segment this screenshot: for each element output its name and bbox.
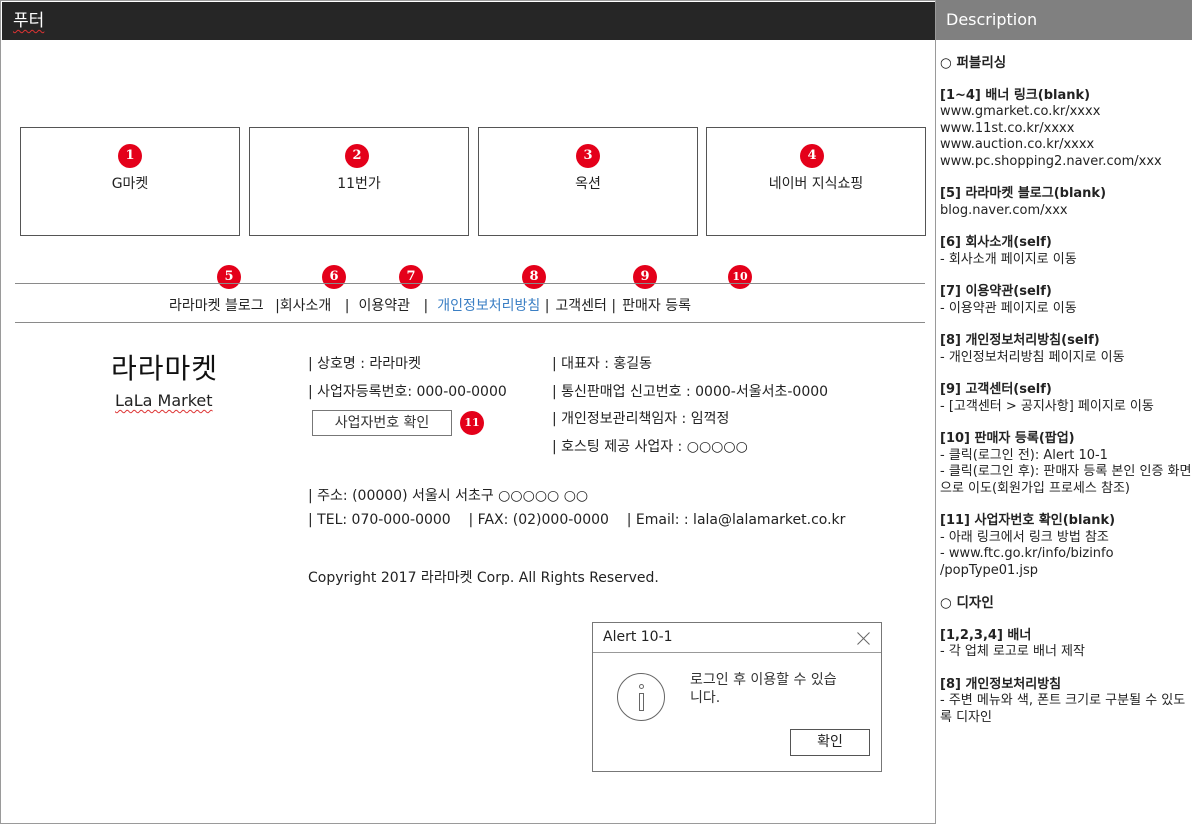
page-title-bar: 푸터 [2,2,936,40]
nav-support-link[interactable]: 고객센터 [555,298,607,314]
marker-9: 9 [633,265,657,289]
privacy-officer: | 개인정보관리책임자 : 임꺽정 [552,411,730,427]
desc-item-biz-check: [11] 사업자번호 확인(blank) - 아래 링크에서 링크 방법 참조 … [940,513,1192,579]
nav-separator: | [544,298,550,314]
marker-11: 11 [460,411,484,435]
desc-item-line: - 각 업체 로고로 배너 제작 [940,644,1085,659]
copyright: Copyright 2017 라라마켓 Corp. All Rights Res… [308,570,659,586]
desc-item-line: www.11st.co.kr/xxxx [940,120,1075,136]
company-address: | 주소: (00000) 서울시 서초구 ○○○○○ ○○ [308,488,589,504]
alert-dialog: Alert 10-1 로그인 후 이용할 수 있습니다. 확인 [592,622,882,772]
business-reg-number: | 사업자등록번호: 000-00-0000 [308,384,507,400]
desc-item-line: - 회사소개 페이지로 이동 [940,251,1077,267]
desc-item-design-banners: [1,2,3,4] 배너 - 각 업체 로고로 배너 제작 [940,628,1192,661]
desc-item-banners: [1~4] 배너 링크(blank) www.gmarket.co.kr/xxx… [940,88,1192,171]
nav-terms-link[interactable]: 이용약관 [359,298,411,314]
nav-separator: | [344,298,350,314]
desc-item-title: [8] 개인정보처리방침(self) [940,333,1100,348]
desc-item-line: - www.ftc.go.kr/info/bizinfo /popType01.… [940,546,1114,578]
desc-item-blog: [5] 라라마켓 블로그(blank) blog.naver.com/xxx [940,186,1192,219]
nav-privacy-link[interactable]: 개인정보처리방침 [437,298,540,314]
banner-label: 11번가 [337,176,381,192]
marker-3: 3 [576,144,600,168]
alert-titlebar: Alert 10-1 [593,623,881,653]
desc-item-title: [8] 개인정보처리방침 [940,676,1062,692]
footer-nav: 라라마켓 블로그 |회사소개 | 이용약관 | 개인정보처리방침 | 고객센터 | 판매… [169,295,691,315]
desc-item-support: [9] 고객센터(self) - [고객센터 > 공지사항] 페이지로 이동 [940,382,1192,415]
banner-label: 옥션 [575,176,601,192]
business-number-check-button[interactable]: 사업자번호 확인 [312,410,452,436]
marker-6: 6 [322,265,346,289]
nav-company-link[interactable]: 회사소개 [280,298,332,314]
logo-korean: 라라마켓 [111,352,219,385]
banner-auction[interactable]: 3 옥션 [478,127,698,236]
desc-item-line: - 아래 링크에서 링크 방법 참조 [940,529,1109,545]
close-icon[interactable] [857,631,871,645]
desc-item-line: www.gmarket.co.kr/xxxx [940,104,1101,119]
description-header: Description [936,0,1192,40]
desc-item-design-privacy: [8] 개인정보처리방침 - 주변 메뉴와 색, 폰트 크기로 구분될 수 있도… [940,677,1192,727]
footer-mockup-canvas: 푸터 1 G마켓 2 11번가 3 옥션 4 네이버 지식쇼핑 5 6 7 8 … [0,0,936,824]
banner-label: 네이버 지식쇼핑 [768,176,864,192]
hosting-provider: | 호스팅 제공 사업자 : ○○○○○ [552,439,748,455]
desc-item-title: [1,2,3,4] 배너 [940,627,1032,643]
description-panel: Description ○ 퍼블리싱 [1~4] 배너 링크(blank) ww… [935,0,1192,824]
footer-divider-bottom [15,322,925,323]
nav-blog-link[interactable]: 라라마켓 블로그 [169,298,264,314]
alert-message: 로그인 후 이용할 수 있습니다. [690,672,837,706]
desc-item-line: - 이용약관 페이지로 이동 [940,300,1077,316]
desc-item-title: [9] 고객센터(self) [940,382,1052,397]
desc-item-title: [1~4] 배너 링크(blank) [940,87,1091,103]
alert-title: Alert 10-1 [603,629,673,645]
company-name: | 상호명 : 라라마켓 [308,356,421,372]
marker-5: 5 [217,265,241,289]
banner-naver-shopping[interactable]: 4 네이버 지식쇼핑 [706,127,926,236]
nav-separator: | [611,298,617,314]
page-title: 푸터 [13,11,45,31]
desc-item-privacy: [8] 개인정보처리방침(self) - 개인정보처리방침 페이지로 이동 [940,333,1192,366]
banner-11st[interactable]: 2 11번가 [249,127,469,236]
footer-divider-top [15,283,925,284]
desc-item-title: [5] 라라마켓 블로그(blank) [940,186,1107,201]
section-publishing: ○ 퍼블리싱 [940,55,1007,71]
desc-item-title: [6] 회사소개(self) [940,235,1052,250]
logo-english: LaLa Market [115,391,213,410]
ceo-name: | 대표자 : 홍길동 [552,356,653,372]
desc-item-line: - [고객센터 > 공지사항] 페이지로 이동 [940,398,1154,414]
desc-item-line: - 클릭(로그인 전): Alert 10-1 [940,447,1108,463]
info-icon [617,673,665,721]
desc-item-line: - 주변 메뉴와 색, 폰트 크기로 구분될 수 있도록 디자인 [940,693,1186,725]
desc-item-line: - 개인정보처리방침 페이지로 이동 [940,349,1125,365]
desc-item-title: [7] 이용약관(self) [940,284,1052,299]
marker-10: 10 [728,265,752,289]
desc-item-line: blog.naver.com/xxx [940,202,1068,218]
marker-4: 4 [800,144,824,168]
description-body: ○ 퍼블리싱 [1~4] 배너 링크(blank) www.gmarket.co… [936,40,1192,726]
banner-gmarket[interactable]: 1 G마켓 [20,127,240,236]
nav-seller-register-link[interactable]: 판매자 등록 [622,298,691,314]
desc-item-title: [10] 판매자 등록(팝업) [940,431,1075,446]
nav-separator: | [423,298,429,314]
alert-ok-button[interactable]: 확인 [790,729,870,756]
desc-item-line: www.pc.shopping2.naver.com/xxx [940,153,1162,169]
company-contact: | TEL: 070-000-0000 | FAX: (02)000-0000 … [308,512,846,528]
mail-order-number: | 통신판매업 신고번호 : 0000-서울서초-0000 [552,384,829,400]
desc-item-seller: [10] 판매자 등록(팝업) - 클릭(로그인 전): Alert 10-1 … [940,431,1192,497]
marker-8: 8 [522,265,546,289]
desc-item-line: www.auction.co.kr/xxxx [940,137,1095,152]
marker-7: 7 [399,265,423,289]
desc-item-line: - 클릭(로그인 후): 판매자 등록 본인 인증 화면으로 이도(회원가입 프… [940,464,1192,496]
banner-label: G마켓 [111,176,149,192]
desc-item-company: [6] 회사소개(self) - 회사소개 페이지로 이동 [940,235,1192,268]
desc-item-terms: [7] 이용약관(self) - 이용약관 페이지로 이동 [940,284,1192,317]
section-design: ○ 디자인 [940,595,994,611]
marker-1: 1 [118,144,142,168]
desc-item-title: [11] 사업자번호 확인(blank) [940,513,1116,528]
marker-2: 2 [345,144,369,168]
